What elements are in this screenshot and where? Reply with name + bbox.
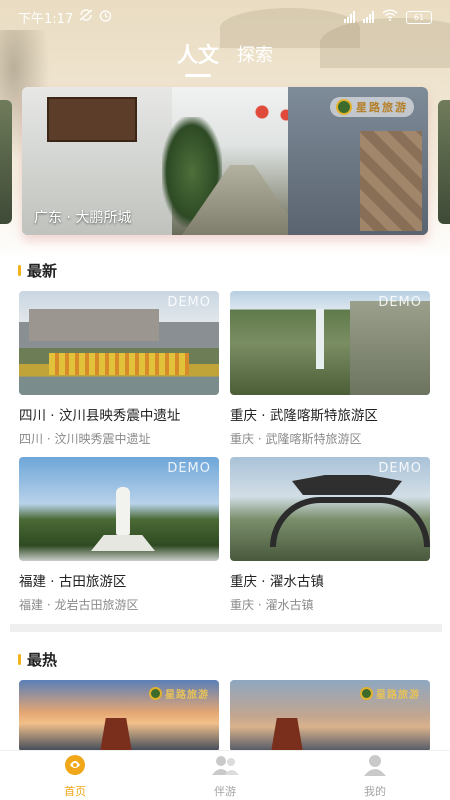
- section-title-latest: 最新: [18, 260, 57, 281]
- hot-destination-card[interactable]: 星路旅游: [19, 680, 219, 752]
- companion-icon: [209, 753, 241, 781]
- banner-carousel[interactable]: 星路旅游 广东 · 大鹏所城: [22, 87, 428, 235]
- card-title: 重庆 · 濯水古镇: [230, 574, 324, 590]
- logo-icon: [336, 99, 352, 115]
- sync-icon: [79, 9, 93, 25]
- status-time: 下午1:17: [18, 11, 74, 27]
- alarm-icon: [99, 9, 112, 26]
- logo-icon: [149, 687, 162, 700]
- brand-logo: 星路旅游: [330, 97, 414, 117]
- tab-explore[interactable]: 探索: [237, 41, 273, 67]
- brand-logo: 星路旅游: [360, 686, 420, 701]
- section-marker: [18, 265, 21, 276]
- destination-image: DEMO: [230, 291, 430, 395]
- destination-image: DEMO: [19, 457, 219, 561]
- nav-profile[interactable]: 我的: [300, 751, 450, 800]
- destination-image: DEMO: [19, 291, 219, 395]
- brand-logo: 星路旅游: [149, 686, 209, 701]
- status-bar: 下午1:17 61: [0, 0, 450, 34]
- banner-next-peek[interactable]: [438, 100, 450, 224]
- tower-image: [270, 718, 304, 752]
- brand-logo-text: 星路旅游: [165, 690, 209, 701]
- banner-prev-peek[interactable]: [0, 100, 12, 224]
- profile-icon: [361, 753, 389, 781]
- demo-watermark: DEMO: [167, 461, 211, 476]
- battery-indicator: 61: [406, 10, 432, 24]
- card-subtitle: 重庆 · 武隆喀斯特旅游区: [230, 432, 362, 446]
- bottom-nav: 首页 伴游 我的: [0, 750, 450, 800]
- tab-culture[interactable]: 人文: [177, 39, 219, 77]
- section-divider: [10, 624, 442, 632]
- logo-icon: [360, 687, 373, 700]
- destination-card[interactable]: DEMO 四川 · 汶川县映秀震中遗址 四川 · 汶川映秀震中遗址: [19, 291, 219, 447]
- demo-watermark: DEMO: [378, 295, 422, 310]
- card-title: 福建 · 古田旅游区: [19, 574, 127, 590]
- nav-home[interactable]: 首页: [0, 751, 150, 800]
- wifi-icon: [382, 9, 398, 25]
- demo-watermark: DEMO: [378, 461, 422, 476]
- signal-icon: [363, 11, 374, 23]
- hot-destination-card[interactable]: 星路旅游: [230, 680, 430, 752]
- section-title-text: 最新: [27, 262, 58, 280]
- section-marker: [18, 654, 21, 665]
- nav-companion[interactable]: 伴游: [150, 751, 300, 800]
- destination-card[interactable]: DEMO 重庆 · 武隆喀斯特旅游区 重庆 · 武隆喀斯特旅游区: [230, 291, 430, 447]
- nav-label: 首页: [64, 784, 86, 798]
- brand-logo-text: 星路旅游: [376, 690, 420, 701]
- tower-image: [99, 718, 133, 752]
- brand-logo-text: 星路旅游: [356, 101, 408, 114]
- card-title: 重庆 · 武隆喀斯特旅游区: [230, 408, 378, 424]
- demo-watermark: DEMO: [167, 295, 211, 310]
- signal-icon: [344, 11, 355, 23]
- nav-label: 我的: [364, 784, 386, 798]
- destination-image: DEMO: [230, 457, 430, 561]
- card-subtitle: 四川 · 汶川映秀震中遗址: [19, 432, 151, 446]
- card-subtitle: 福建 · 龙岩古田旅游区: [19, 598, 139, 612]
- section-title-hottest: 最热: [18, 649, 57, 670]
- destination-card[interactable]: DEMO 重庆 · 濯水古镇 重庆 · 濯水古镇: [230, 457, 430, 613]
- home-icon: [62, 753, 88, 781]
- top-tab-bar: 人文 探索: [0, 34, 450, 77]
- destination-card[interactable]: DEMO 福建 · 古田旅游区 福建 · 龙岩古田旅游区: [19, 457, 219, 613]
- card-subtitle: 重庆 · 濯水古镇: [230, 598, 314, 612]
- nav-label: 伴游: [214, 784, 236, 798]
- banner-caption: 广东 · 大鹏所城: [34, 210, 132, 226]
- section-title-text: 最热: [27, 651, 58, 669]
- card-title: 四川 · 汶川县映秀震中遗址: [19, 408, 181, 424]
